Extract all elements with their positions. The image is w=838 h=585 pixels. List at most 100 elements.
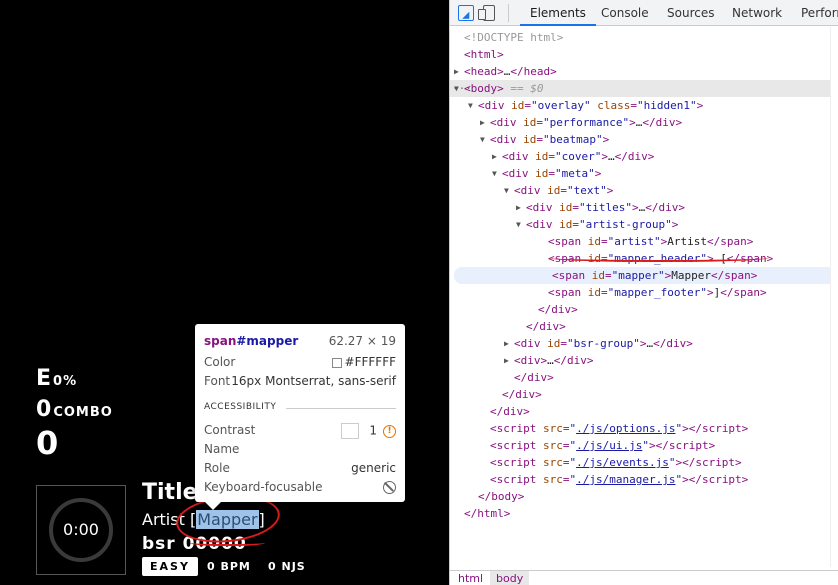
expand-toggle-icon[interactable]: ▶: [516, 199, 526, 216]
expand-toggle-icon[interactable]: ▼: [516, 216, 526, 233]
expand-toggle-icon[interactable]: ▼: [492, 165, 502, 182]
tooltip-color-row: Color #FFFFFF: [204, 355, 396, 373]
combo-value: 0: [36, 397, 52, 422]
warning-icon: !: [383, 424, 396, 438]
cover-art: 0:00: [36, 485, 126, 575]
red-underline-annotation: [549, 254, 769, 262]
tooltip-role-row: Role generic: [204, 461, 396, 479]
node-bsr-group[interactable]: ▶ <div id="bsr-group">…</div>: [450, 335, 838, 352]
node-head[interactable]: ▶ <head>…</head>: [450, 63, 838, 80]
bpm-value: 0 BPM: [207, 560, 251, 573]
node-text[interactable]: ▼ <div id="text">: [450, 182, 838, 199]
expand-toggle-icon[interactable]: ▼: [454, 80, 464, 97]
tab-network[interactable]: Network: [732, 0, 782, 26]
node-close[interactable]: </html>: [450, 505, 838, 522]
node-close[interactable]: </div>: [450, 403, 838, 420]
color-swatch: [331, 357, 342, 368]
node-doctype[interactable]: <!DOCTYPE html>: [450, 29, 838, 46]
color-label: Color: [204, 355, 236, 369]
tab-sources[interactable]: Sources: [667, 0, 714, 26]
expand-toggle-icon[interactable]: ▼: [504, 182, 514, 199]
node-script[interactable]: <script src="./js/options.js"></script>: [450, 420, 838, 437]
node-close[interactable]: </div>: [450, 301, 838, 318]
tab-elements[interactable]: Elements: [520, 0, 596, 26]
breadcrumb-body[interactable]: body: [490, 571, 530, 585]
node-titles[interactable]: ▶ <div id="titles">…</div>: [450, 199, 838, 216]
node-close[interactable]: </div>: [450, 386, 838, 403]
tooltip-id: #mapper: [236, 334, 299, 348]
breadcrumb-html[interactable]: html: [452, 571, 489, 585]
node-close[interactable]: </body>: [450, 488, 838, 505]
role-value: generic: [351, 461, 396, 475]
node-artist-group[interactable]: ▼ <div id="artist-group">: [450, 216, 838, 233]
tooltip-selector: span#mapper: [204, 334, 298, 348]
accuracy-value: 0%: [53, 374, 78, 389]
score-value: 0: [36, 424, 59, 462]
rank-accuracy: E 0%: [36, 366, 77, 391]
expand-toggle-icon[interactable]: ▼: [468, 97, 478, 114]
contrast-sample: [341, 423, 360, 439]
expand-toggle-icon[interactable]: ▶: [504, 352, 514, 369]
node-close[interactable]: </div>: [450, 318, 838, 335]
tooltip-name-row: Name: [204, 442, 396, 460]
devtools-toolbar: Elements Console Sources Network Perform…: [450, 0, 838, 26]
accessibility-heading: ACCESSIBILITY: [204, 402, 396, 412]
node-div[interactable]: ▶ <div>…</div>: [450, 352, 838, 369]
node-html[interactable]: <html>: [450, 46, 838, 63]
toolbar-separator: [508, 4, 509, 22]
color-value: #FFFFFF: [344, 355, 396, 369]
focus-label: Keyboard-focusable: [204, 480, 323, 494]
expand-toggle-icon[interactable]: ▼: [480, 131, 490, 148]
tooltip-contrast-row: Contrast 1!: [204, 423, 396, 441]
tab-console[interactable]: Console: [601, 0, 649, 26]
breadcrumb: html body: [450, 570, 838, 585]
node-artist[interactable]: <span id="artist">Artist</span>: [450, 233, 838, 250]
song-title: Title: [142, 480, 198, 505]
node-script[interactable]: <script src="./js/events.js"></script>: [450, 454, 838, 471]
inspect-tooltip: span#mapper 62.27 × 19 Color #FFFFFF Fon…: [195, 324, 405, 510]
node-body[interactable]: ··· ▼ <body> == $0: [450, 80, 838, 97]
contrast-value: 1: [369, 423, 377, 438]
font-value: 16px Montserrat, sans-serif: [231, 374, 396, 388]
expand-toggle-icon[interactable]: ▶: [454, 63, 464, 80]
node-cover[interactable]: ▶ <div id="cover">…</div>: [450, 148, 838, 165]
dom-tree-scrollbar[interactable]: [830, 27, 838, 567]
not-focusable-icon-wrap: [383, 480, 396, 494]
node-beatmap[interactable]: ▼ <div id="beatmap">: [450, 131, 838, 148]
contrast-label: Contrast: [204, 423, 256, 437]
expand-toggle-icon[interactable]: ▶: [480, 114, 490, 131]
tooltip-dimensions: 62.27 × 19: [328, 334, 396, 348]
tooltip-font-row: Font 16px Montserrat, sans-serif: [204, 374, 396, 392]
dom-tree[interactable]: <!DOCTYPE html> <html> ▶ <head>…</head> ··· ▼…: [450, 27, 838, 567]
node-script[interactable]: <script src="./js/ui.js"></script>: [450, 437, 838, 454]
name-label: Name: [204, 442, 240, 456]
tooltip-arrow: [205, 502, 221, 510]
expand-toggle-icon[interactable]: ▶: [504, 335, 514, 352]
song-time: 0:00: [63, 520, 99, 539]
expand-toggle-icon[interactable]: ▶: [492, 148, 502, 165]
contrast-value-wrap: 1!: [341, 423, 396, 439]
tooltip-tag: span: [204, 334, 237, 348]
node-meta[interactable]: ▼ <div id="meta">: [450, 165, 838, 182]
njs-value: 0 NJS: [268, 560, 306, 573]
node-mapper-footer[interactable]: <span id="mapper_footer">]</span>: [450, 284, 838, 301]
node-overlay[interactable]: ▼ <div id="overlay" class="hidden1">: [450, 97, 838, 114]
font-label: Font: [204, 374, 231, 388]
tab-performance[interactable]: Performance: [801, 0, 838, 26]
tooltip-focus-row: Keyboard-focusable: [204, 480, 396, 498]
rank-letter: E: [36, 366, 52, 391]
devtools-panel: Elements Console Sources Network Perform…: [449, 0, 838, 585]
red-underline-annotation: [190, 538, 265, 546]
node-mapper[interactable]: <span id="mapper">Mapper</span>: [454, 267, 835, 284]
color-value-wrap: #FFFFFF: [331, 355, 396, 369]
node-script[interactable]: <script src="./js/manager.js"></script>: [450, 471, 838, 488]
combo-row: 0 COMBO: [36, 397, 113, 422]
bsr-label: bsr: [142, 534, 176, 554]
block-icon: [383, 481, 396, 494]
role-label: Role: [204, 461, 230, 475]
inspect-element-icon[interactable]: [458, 5, 474, 21]
combo-label: COMBO: [53, 405, 113, 420]
node-performance[interactable]: ▶ <div id="performance">…</div>: [450, 114, 838, 131]
device-toolbar-icon[interactable]: [478, 5, 495, 21]
node-close[interactable]: </div>: [450, 369, 838, 386]
